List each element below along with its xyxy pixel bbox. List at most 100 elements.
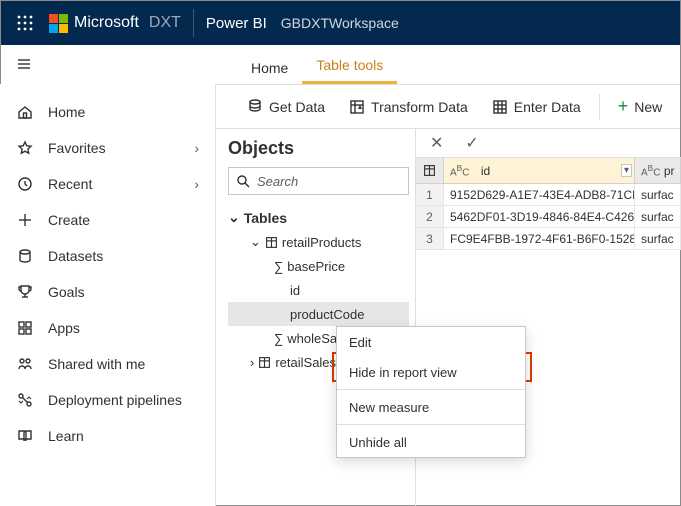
- nav-home-label: Home: [48, 104, 85, 120]
- nav-learn[interactable]: Learn: [0, 418, 215, 454]
- trophy-icon: [16, 284, 34, 300]
- table-icon: [423, 164, 436, 177]
- transform-data-icon: [349, 99, 365, 115]
- nav-datasets[interactable]: Datasets: [0, 238, 215, 274]
- workspace-name: GBDXTWorkspace: [281, 15, 399, 31]
- text-type-icon: ABC: [641, 163, 660, 178]
- shared-icon: [16, 356, 34, 372]
- cell-id: 5462DF01-3D19-4846-84E4-C42681...: [444, 206, 635, 227]
- enter-data-button[interactable]: Enter Data: [482, 93, 591, 121]
- brand-text: Microsoft: [74, 14, 139, 32]
- text-type-icon: ABC: [450, 163, 469, 178]
- cell-pr: surfac: [635, 184, 681, 205]
- table-row[interactable]: 3 FC9E4FBB-1972-4F61-B6F0-15282C... surf…: [416, 228, 681, 250]
- row-number: 3: [416, 228, 444, 249]
- col-header-pr[interactable]: ABC pr: [635, 158, 681, 183]
- star-icon: [16, 140, 34, 156]
- nav-goals[interactable]: Goals: [0, 274, 215, 310]
- transform-data-button[interactable]: Transform Data: [339, 93, 478, 121]
- tree-label: wholeSal: [287, 331, 340, 346]
- nav-toggle-button[interactable]: [0, 44, 48, 84]
- transform-data-label: Transform Data: [371, 99, 468, 115]
- product-name: Power BI: [206, 15, 267, 32]
- nav-apps[interactable]: Apps: [0, 310, 215, 346]
- book-icon: [16, 428, 34, 444]
- menu-separator: [337, 389, 525, 390]
- search-icon: [235, 173, 251, 189]
- col-header-label: id: [481, 164, 490, 178]
- ms-logo: Microsoft DXT: [49, 14, 181, 33]
- plus-icon: +: [618, 96, 629, 117]
- nav-learn-label: Learn: [48, 428, 84, 444]
- nav-home[interactable]: Home: [0, 94, 215, 130]
- row-number: 1: [416, 184, 444, 205]
- nav-recent[interactable]: Recent ›: [0, 166, 215, 202]
- new-button[interactable]: + New: [608, 90, 673, 123]
- ctx-unhide-all[interactable]: Unhide all: [337, 427, 525, 457]
- menu-separator: [337, 424, 525, 425]
- nav-pipelines[interactable]: Deployment pipelines: [0, 382, 215, 418]
- tab-table-tools[interactable]: Table tools: [302, 47, 397, 84]
- nav-goals-label: Goals: [48, 284, 85, 300]
- sigma-icon: ∑: [274, 259, 283, 274]
- nav-shared-label: Shared with me: [48, 356, 145, 372]
- enter-data-icon: [492, 99, 508, 115]
- tree-label: id: [290, 283, 300, 298]
- col-header-id[interactable]: ABC id ▾: [444, 158, 635, 183]
- plus-icon: [16, 212, 34, 228]
- new-label: New: [634, 99, 662, 115]
- chevron-right-icon: ›: [194, 140, 199, 156]
- sigma-icon: ∑: [274, 331, 283, 346]
- ctx-edit[interactable]: Edit: [337, 327, 525, 357]
- cell-id: 9152D629-A1E7-43E4-ADB8-71CB2...: [444, 184, 635, 205]
- app-launcher-icon[interactable]: [9, 7, 41, 39]
- nav-apps-label: Apps: [48, 320, 80, 336]
- tables-header[interactable]: ⌄Tables: [228, 209, 409, 226]
- tree-col-productcode[interactable]: productCode: [228, 302, 409, 326]
- ms-logo-icon: [49, 14, 68, 33]
- tree-col-id[interactable]: id: [228, 278, 409, 302]
- tree-label: retailProducts: [282, 235, 361, 250]
- chevron-down-icon: ⌄: [250, 234, 261, 250]
- nav-shared[interactable]: Shared with me: [0, 346, 215, 382]
- tree-label: productCode: [290, 307, 364, 322]
- nav-favorites[interactable]: Favorites ›: [0, 130, 215, 166]
- table-row[interactable]: 1 9152D629-A1E7-43E4-ADB8-71CB2... surfa…: [416, 184, 681, 206]
- table-icon: [265, 236, 278, 249]
- pipelines-icon: [16, 392, 34, 408]
- commit-button[interactable]: ✓: [459, 131, 484, 155]
- tree-table-retailproducts[interactable]: ⌄ retailProducts: [228, 230, 409, 254]
- context-menu: Edit Hide in report view New measure Unh…: [336, 326, 526, 458]
- chevron-right-icon: ›: [250, 355, 254, 370]
- table-icon: [258, 356, 271, 369]
- cell-id: FC9E4FBB-1972-4F61-B6F0-15282C...: [444, 228, 635, 249]
- home-icon: [16, 104, 34, 120]
- brand-suffix: DXT: [149, 14, 181, 32]
- row-number: 2: [416, 206, 444, 227]
- ribbon-separator: [599, 94, 600, 120]
- ctx-hide-in-report[interactable]: Hide in report view: [337, 357, 525, 387]
- nav-favorites-label: Favorites: [48, 140, 106, 156]
- cell-pr: surfac: [635, 228, 681, 249]
- nav-create[interactable]: Create: [0, 202, 215, 238]
- get-data-label: Get Data: [269, 99, 325, 115]
- chevron-right-icon: ›: [194, 176, 199, 192]
- col-header-label: pr: [664, 164, 675, 178]
- tab-home[interactable]: Home: [237, 50, 302, 84]
- search-input[interactable]: Search: [228, 167, 409, 195]
- table-row[interactable]: 2 5462DF01-3D19-4846-84E4-C42681... surf…: [416, 206, 681, 228]
- cancel-button[interactable]: ✕: [424, 131, 449, 155]
- ctx-new-measure[interactable]: New measure: [337, 392, 525, 422]
- grid-corner[interactable]: [416, 158, 444, 183]
- search-placeholder: Search: [257, 174, 298, 189]
- tree-col-baseprice[interactable]: ∑ basePrice: [228, 254, 409, 278]
- nav-recent-label: Recent: [48, 176, 92, 192]
- tree-label: basePrice: [287, 259, 345, 274]
- cell-pr: surfac: [635, 206, 681, 227]
- get-data-button[interactable]: Get Data: [237, 93, 335, 121]
- tree-label: retailSales: [275, 355, 336, 370]
- chevron-down-icon[interactable]: ▾: [621, 164, 632, 177]
- get-data-icon: [247, 99, 263, 115]
- nav-datasets-label: Datasets: [48, 248, 103, 264]
- datasets-icon: [16, 248, 34, 264]
